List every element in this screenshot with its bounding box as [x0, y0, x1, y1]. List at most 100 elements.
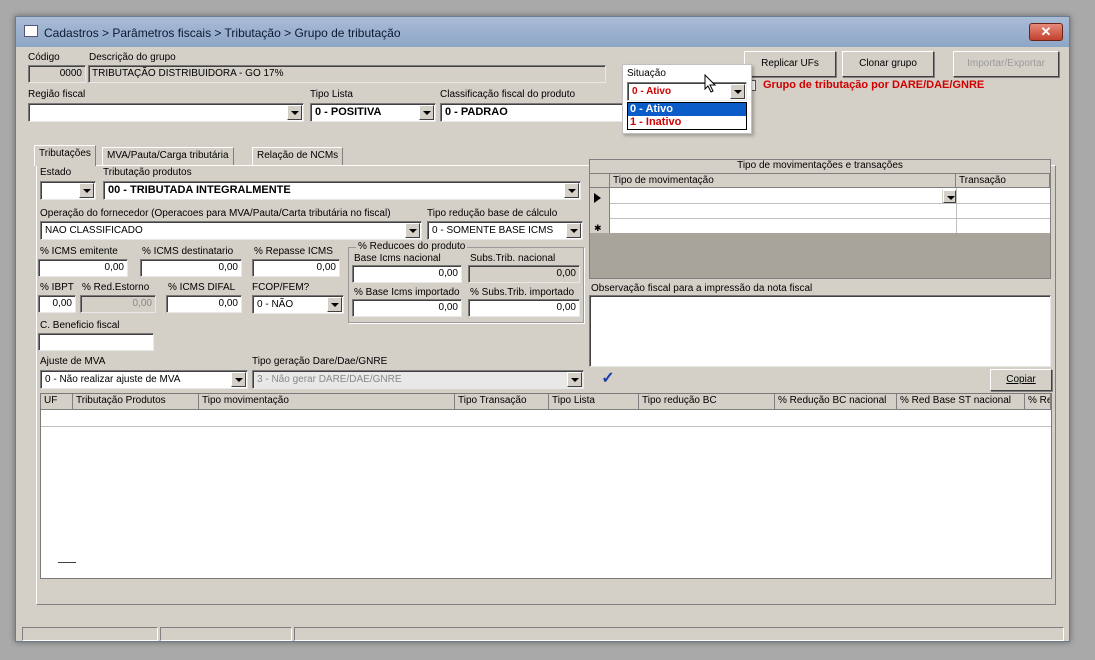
grid-col-tributacao[interactable]: Tributação Produtos — [73, 394, 199, 410]
confirm-check-icon[interactable]: ✓ — [592, 368, 624, 388]
chevron-down-icon[interactable] — [730, 84, 745, 99]
ajuste-label: Ajuste de MVA — [40, 356, 106, 367]
fcop-label: FCOP/FEM? — [252, 282, 310, 293]
tab-tributacoes[interactable]: Tributações — [34, 145, 96, 166]
importar-exportar-button[interactable]: Importar/Exportar — [953, 51, 1059, 77]
chevron-down-icon[interactable] — [287, 105, 302, 120]
operacao-select[interactable]: NAO CLASSIFICADO — [40, 221, 422, 240]
icms-dest-label: % ICMS destinatario — [142, 246, 234, 257]
status-panel-3 — [294, 627, 1064, 641]
option-inativo[interactable]: 1 - Inativo — [628, 116, 746, 129]
tab-relacao-ncms[interactable]: Relação de NCMs — [252, 147, 344, 165]
descricao-label: Descrição do grupo — [89, 52, 176, 63]
chevron-down-icon[interactable] — [566, 223, 581, 238]
icms-dest-field[interactable]: 0,00 — [140, 259, 242, 277]
chevron-down-icon[interactable] — [564, 183, 579, 198]
ibpt-field[interactable]: 0,00 — [38, 295, 76, 313]
status-panel-2 — [160, 627, 292, 641]
grid-col-tipo-lista[interactable]: Tipo Lista — [549, 394, 639, 410]
repasse-label: % Repasse ICMS — [254, 246, 333, 257]
new-row-asterisk-icon: ✱ — [594, 223, 602, 233]
grid-col-red-base-st[interactable]: % Red Base ST nacional — [897, 394, 1025, 410]
repasse-field[interactable]: 0,00 — [252, 259, 340, 277]
estado-label: Estado — [40, 167, 72, 178]
trib-prod-label: Tributação produtos — [103, 167, 192, 178]
movimentacoes-rows[interactable] — [610, 188, 1050, 233]
close-button[interactable]: ✕ — [1029, 23, 1063, 41]
codigo-label: Código — [28, 52, 60, 63]
current-row-arrow-icon — [594, 193, 601, 203]
grid-row-line — [41, 426, 1051, 427]
grid-col-tipo-transacao[interactable]: Tipo Transação — [455, 394, 549, 410]
situacao-options-list: 0 - Ativo 1 - Inativo — [627, 102, 747, 130]
grid-scroll-marker — [58, 562, 76, 563]
ajuste-select[interactable]: 0 - Não realizar ajuste de MVA — [40, 370, 248, 389]
obs-textarea[interactable] — [589, 295, 1051, 367]
grid-col-re[interactable]: % Re — [1025, 394, 1051, 410]
chevron-down-icon[interactable] — [79, 183, 94, 198]
reducoes-label: % Reducoes do produto — [356, 241, 468, 252]
subs-imp-field[interactable]: 0,00 — [468, 299, 580, 317]
subs-nac-label: Subs.Trib. nacional — [470, 253, 556, 264]
tipo-reducao-select[interactable]: 0 - SOMENTE BASE ICMS — [427, 221, 583, 240]
chevron-down-icon[interactable] — [231, 372, 246, 387]
copiar-button[interactable]: Copiar — [990, 369, 1052, 391]
red-estorno-field[interactable]: 0,00 — [80, 295, 156, 313]
cursor-icon — [704, 74, 717, 93]
beneficio-field[interactable] — [38, 333, 154, 351]
row-divider — [610, 218, 1050, 219]
movimentacoes-title: Tipo de movimentações e transações — [590, 160, 1050, 174]
estado-select[interactable] — [40, 181, 96, 200]
window-title: Cadastros > Parâmetros fiscais > Tributa… — [44, 26, 401, 40]
col-transacao[interactable]: Transação — [956, 174, 1050, 188]
red-estorno-label: % Red.Estorno — [82, 282, 150, 293]
col-tipo-movimentacao[interactable]: Tipo de movimentação — [610, 174, 956, 188]
difal-label: % ICMS DIFAL — [168, 282, 236, 293]
grid-corner — [590, 174, 610, 188]
row-dropdown-chevron-icon[interactable] — [942, 190, 956, 203]
base-nac-field[interactable]: 0,00 — [352, 265, 462, 283]
tributacao-grid[interactable] — [40, 393, 1052, 579]
situacao-popup: Situação 0 - Ativo 0 - Ativo 1 - Inativo — [622, 64, 752, 134]
tipo-lista-label: Tipo Lista — [310, 89, 353, 100]
grid-col-reducao-bc[interactable]: % Redução BC nacional — [775, 394, 897, 410]
grid-col-tipo-reducao[interactable]: Tipo redução BC — [639, 394, 775, 410]
grid-col-tipo-movimentacao[interactable]: Tipo movimentação — [199, 394, 455, 410]
tab-mva-pauta[interactable]: MVA/Pauta/Carga tributária — [102, 147, 234, 165]
chevron-down-icon[interactable] — [327, 297, 342, 312]
fcop-select[interactable]: 0 - NÃO — [252, 295, 344, 314]
chevron-down-icon[interactable] — [567, 372, 582, 387]
col-divider — [956, 188, 957, 233]
base-imp-field[interactable]: 0,00 — [352, 299, 462, 317]
tipo-lista-select[interactable]: 0 - POSITIVA — [310, 103, 436, 122]
descricao-field[interactable]: TRIBUTAÇÃO DISTRIBUIDORA - GO 17% — [88, 65, 606, 83]
base-nac-label: Base Icms nacional — [354, 253, 441, 264]
app-icon — [24, 25, 38, 37]
chevron-down-icon[interactable] — [405, 223, 420, 238]
row-divider — [610, 203, 1050, 204]
codigo-field[interactable]: 0000 — [28, 65, 86, 83]
beneficio-label: C. Beneficio fiscal — [40, 320, 120, 331]
clonar-grupo-button[interactable]: Clonar grupo — [842, 51, 934, 77]
grid-col-uf[interactable]: UF — [41, 394, 73, 410]
base-imp-label: % Base Icms importado — [354, 287, 460, 298]
icms-emit-field[interactable]: 0,00 — [38, 259, 128, 277]
icms-emit-label: % ICMS emitente — [40, 246, 118, 257]
replicar-ufs-button[interactable]: Replicar UFs — [744, 51, 836, 77]
subs-nac-field[interactable]: 0,00 — [468, 265, 580, 283]
regiao-select[interactable] — [28, 103, 304, 122]
trib-prod-select[interactable]: 00 - TRIBUTADA INTEGRALMENTE — [103, 181, 581, 200]
difal-field[interactable]: 0,00 — [166, 295, 242, 313]
tipo-geracao-select[interactable]: 3 - Não gerar DARE/DAE/GNRE — [252, 370, 584, 389]
situacao-select[interactable]: 0 - Ativo — [627, 82, 747, 101]
status-panel-1 — [22, 627, 158, 641]
regiao-label: Região fiscal — [28, 89, 86, 100]
operacao-label: Operação do fornecedor (Operacoes para M… — [40, 208, 391, 219]
title-bar[interactable]: Cadastros > Parâmetros fiscais > Tributa… — [16, 17, 1069, 47]
option-ativo[interactable]: 0 - Ativo — [628, 103, 746, 116]
main-window: Cadastros > Parâmetros fiscais > Tributa… — [15, 16, 1070, 642]
chevron-down-icon[interactable] — [419, 105, 434, 120]
tipo-geracao-label: Tipo geração Dare/Dae/GNRE — [252, 356, 388, 367]
situacao-label: Situação — [627, 68, 666, 79]
subs-imp-label: % Subs.Trib. importado — [470, 287, 575, 298]
